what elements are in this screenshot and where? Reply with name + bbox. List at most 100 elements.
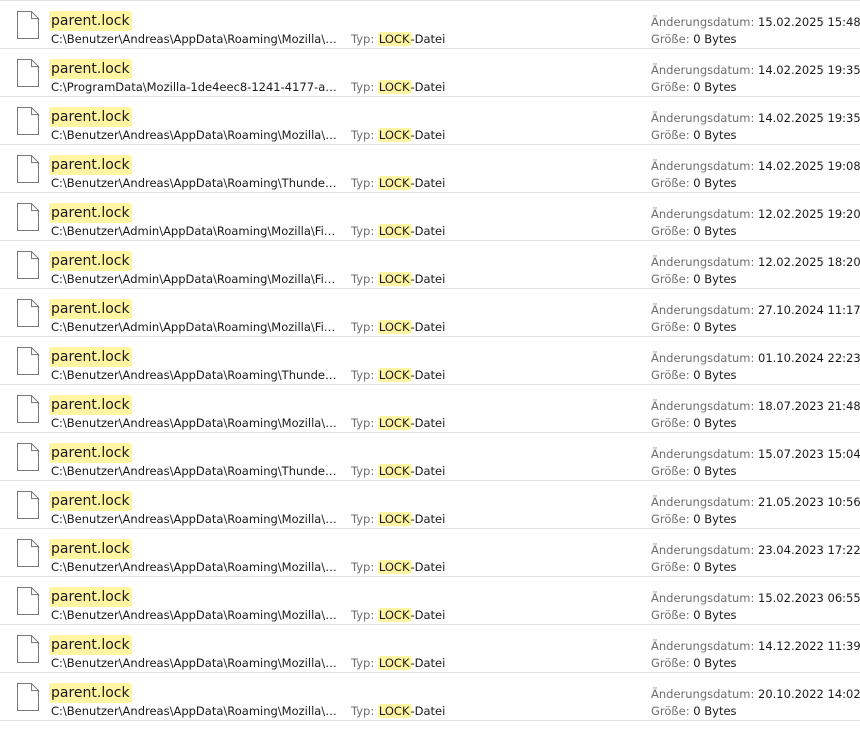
type-match: LOCK xyxy=(377,32,411,46)
date-label: Änderungsdatum: xyxy=(651,447,755,461)
type-label: Typ: xyxy=(351,128,375,142)
date-label: Änderungsdatum: xyxy=(651,207,755,221)
type-match: LOCK xyxy=(377,656,411,670)
type-match: LOCK xyxy=(377,464,411,478)
file-name: parent.lock xyxy=(49,11,132,31)
result-row[interactable]: parent.lock C:\Benutzer\Admin\AppData\Ro… xyxy=(0,241,860,289)
modified-date: Änderungsdatum: 14.12.2022 11:39 xyxy=(651,638,860,654)
type-label: Typ: xyxy=(351,464,375,478)
modified-date: Änderungsdatum: 15.02.2025 15:48 xyxy=(651,14,860,30)
date-label: Änderungsdatum: xyxy=(651,111,755,125)
type-match: LOCK xyxy=(377,80,411,94)
size-label: Größe: xyxy=(651,656,690,670)
type-match: LOCK xyxy=(377,560,411,574)
type-rest: -Datei xyxy=(410,608,446,622)
size-label: Größe: xyxy=(651,224,690,238)
type-rest: -Datei xyxy=(410,416,446,430)
document-icon xyxy=(17,251,39,279)
modified-date: Änderungsdatum: 15.02.2023 06:55 xyxy=(651,590,860,606)
result-row[interactable]: parent.lock C:\Benutzer\Andreas\AppData\… xyxy=(0,673,860,721)
size-label: Größe: xyxy=(651,416,690,430)
modified-date: Änderungsdatum: 01.10.2024 22:23 xyxy=(651,350,860,366)
file-path: C:\Benutzer\Andreas\AppData\Roaming\Thun… xyxy=(51,176,339,190)
type-rest: -Datei xyxy=(410,704,446,718)
size-value: 0 Bytes xyxy=(693,368,737,382)
type-label: Typ: xyxy=(351,512,375,526)
date-value: 12.02.2025 19:20 xyxy=(758,207,860,221)
type-match: LOCK xyxy=(377,704,411,718)
result-row[interactable]: parent.lock C:\Benutzer\Andreas\AppData\… xyxy=(0,433,860,481)
size-value: 0 Bytes xyxy=(693,416,737,430)
type-match: LOCK xyxy=(377,128,411,142)
file-name: parent.lock xyxy=(49,59,132,79)
result-row[interactable]: parent.lock C:\Benutzer\Andreas\AppData\… xyxy=(0,337,860,385)
file-size: Größe: 0 Bytes xyxy=(651,367,737,383)
document-icon xyxy=(17,59,39,87)
type-rest: -Datei xyxy=(410,464,446,478)
file-type: Typ: LOCK-Datei xyxy=(351,463,445,479)
file-path: C:\Benutzer\Admin\AppData\Roaming\Mozill… xyxy=(51,320,339,334)
result-row[interactable]: parent.lock C:\Benutzer\Andreas\AppData\… xyxy=(0,529,860,577)
date-value: 12.02.2025 18:20 xyxy=(758,255,860,269)
type-label: Typ: xyxy=(351,32,375,46)
date-label: Änderungsdatum: xyxy=(651,495,755,509)
result-row[interactable]: parent.lock C:\Benutzer\Andreas\AppData\… xyxy=(0,625,860,673)
result-row[interactable]: parent.lock C:\Benutzer\Andreas\AppData\… xyxy=(0,97,860,145)
file-path: C:\Benutzer\Andreas\AppData\Roaming\Mozi… xyxy=(51,560,339,574)
date-label: Änderungsdatum: xyxy=(651,543,755,557)
file-size: Größe: 0 Bytes xyxy=(651,223,737,239)
result-row[interactable]: parent.lock C:\Benutzer\Andreas\AppData\… xyxy=(0,385,860,433)
date-label: Änderungsdatum: xyxy=(651,159,755,173)
file-type: Typ: LOCK-Datei xyxy=(351,31,445,47)
size-label: Größe: xyxy=(651,608,690,622)
document-icon xyxy=(17,683,39,711)
result-row[interactable]: parent.lock C:\Benutzer\Admin\AppData\Ro… xyxy=(0,193,860,241)
file-type: Typ: LOCK-Datei xyxy=(351,415,445,431)
file-name: parent.lock xyxy=(49,155,132,175)
file-type: Typ: LOCK-Datei xyxy=(351,319,445,335)
date-value: 14.12.2022 11:39 xyxy=(758,639,860,653)
result-row[interactable]: parent.lock C:\Benutzer\Andreas\AppData\… xyxy=(0,1,860,49)
file-path: C:\ProgramData\Mozilla-1de4eec8-1241-417… xyxy=(51,80,339,94)
result-row[interactable]: parent.lock C:\Benutzer\Andreas\AppData\… xyxy=(0,481,860,529)
file-name: parent.lock xyxy=(49,443,132,463)
file-name: parent.lock xyxy=(49,395,132,415)
size-value: 0 Bytes xyxy=(693,560,737,574)
file-size: Größe: 0 Bytes xyxy=(651,271,737,287)
file-path: C:\Benutzer\Andreas\AppData\Roaming\Thun… xyxy=(51,464,339,478)
document-icon xyxy=(17,299,39,327)
file-type: Typ: LOCK-Datei xyxy=(351,79,445,95)
file-size: Größe: 0 Bytes xyxy=(651,415,737,431)
file-size: Größe: 0 Bytes xyxy=(651,607,737,623)
file-path: C:\Benutzer\Admin\AppData\Roaming\Mozill… xyxy=(51,272,339,286)
modified-date: Änderungsdatum: 12.02.2025 18:20 xyxy=(651,254,860,270)
file-type: Typ: LOCK-Datei xyxy=(351,559,445,575)
date-value: 23.04.2023 17:22 xyxy=(758,543,860,557)
file-path: C:\Benutzer\Andreas\AppData\Roaming\Mozi… xyxy=(51,128,339,142)
type-label: Typ: xyxy=(351,560,375,574)
date-value: 15.02.2023 06:55 xyxy=(758,591,860,605)
file-size: Größe: 0 Bytes xyxy=(651,559,737,575)
file-path: C:\Benutzer\Andreas\AppData\Roaming\Mozi… xyxy=(51,608,339,622)
date-value: 14.02.2025 19:08 xyxy=(758,159,860,173)
file-path: C:\Benutzer\Andreas\AppData\Roaming\Mozi… xyxy=(51,656,339,670)
file-type: Typ: LOCK-Datei xyxy=(351,175,445,191)
date-label: Änderungsdatum: xyxy=(651,303,755,317)
size-value: 0 Bytes xyxy=(693,176,737,190)
type-rest: -Datei xyxy=(410,272,446,286)
size-label: Größe: xyxy=(651,704,690,718)
date-label: Änderungsdatum: xyxy=(651,591,755,605)
file-path: C:\Benutzer\Andreas\AppData\Roaming\Mozi… xyxy=(51,416,339,430)
result-row[interactable]: parent.lock C:\Benutzer\Andreas\AppData\… xyxy=(0,145,860,193)
result-row[interactable]: parent.lock C:\Benutzer\Admin\AppData\Ro… xyxy=(0,289,860,337)
date-label: Änderungsdatum: xyxy=(651,255,755,269)
modified-date: Änderungsdatum: 15.07.2023 15:04 xyxy=(651,446,860,462)
type-label: Typ: xyxy=(351,272,375,286)
result-row[interactable]: parent.lock C:\ProgramData\Mozilla-1de4e… xyxy=(0,49,860,97)
size-label: Größe: xyxy=(651,560,690,574)
modified-date: Änderungsdatum: 23.04.2023 17:22 xyxy=(651,542,860,558)
size-label: Größe: xyxy=(651,464,690,478)
file-path: C:\Benutzer\Andreas\AppData\Roaming\Mozi… xyxy=(51,512,339,526)
type-label: Typ: xyxy=(351,704,375,718)
result-row[interactable]: parent.lock C:\Benutzer\Andreas\AppData\… xyxy=(0,577,860,625)
